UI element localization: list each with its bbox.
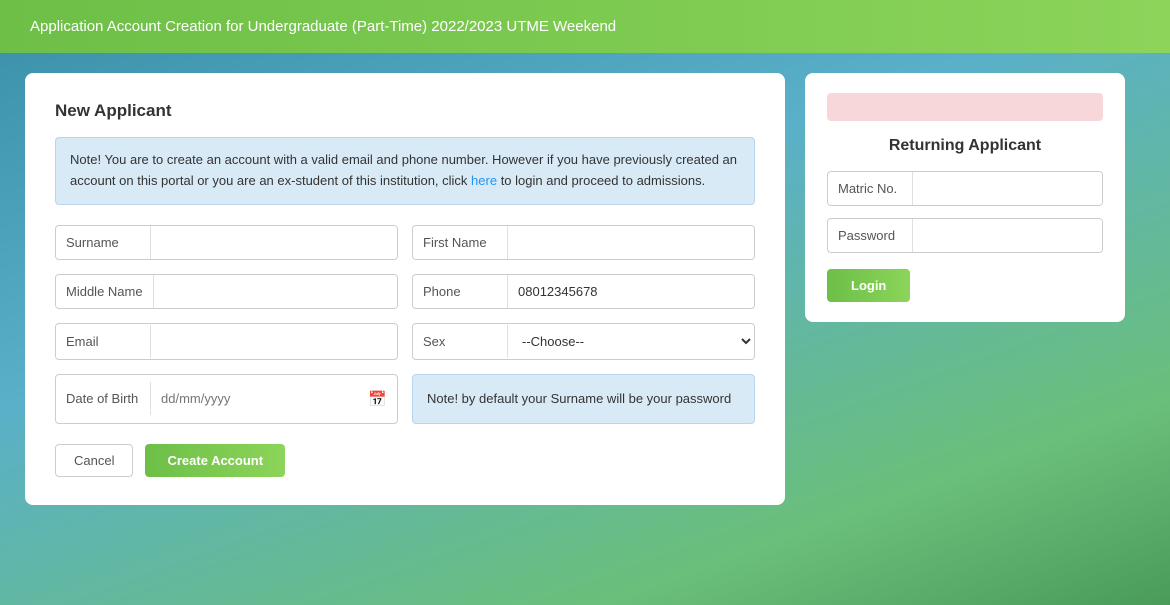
middlename-label: Middle Name [56, 275, 154, 308]
alert-bar [827, 93, 1103, 121]
matric-field-group: Matric No. [827, 171, 1103, 206]
password-input[interactable] [913, 219, 1103, 252]
phone-input[interactable] [508, 275, 754, 308]
email-input[interactable] [151, 325, 397, 358]
surname-field-group: Surname [55, 225, 398, 260]
firstname-label: First Name [413, 226, 508, 259]
firstname-field-group: First Name [412, 225, 755, 260]
calendar-icon[interactable]: 📅 [358, 390, 397, 408]
info-box: Note! You are to create an account with … [55, 137, 755, 205]
sex-field-group: Sex --Choose-- Male Female [412, 323, 755, 360]
cancel-button[interactable]: Cancel [55, 444, 133, 477]
returning-applicant-card: Returning Applicant Matric No. Password … [805, 73, 1125, 322]
create-account-button[interactable]: Create Account [145, 444, 285, 477]
password-field-group: Password [827, 218, 1103, 253]
dob-input[interactable] [151, 382, 358, 415]
phone-label: Phone [413, 275, 508, 308]
main-content: New Applicant Note! You are to create an… [0, 53, 1170, 525]
password-label: Password [828, 219, 913, 252]
dob-label: Date of Birth [56, 382, 151, 415]
info-text-end: to login and proceed to admissions. [497, 173, 705, 188]
middlename-input[interactable] [154, 275, 397, 308]
phone-field-group: Phone [412, 274, 755, 309]
new-applicant-title: New Applicant [55, 101, 755, 121]
sex-select[interactable]: --Choose-- Male Female [508, 324, 754, 359]
new-applicant-card: New Applicant Note! You are to create an… [25, 73, 785, 505]
note-text: Note! by default your Surname will be yo… [427, 391, 731, 406]
login-button[interactable]: Login [827, 269, 910, 302]
sex-label: Sex [413, 325, 508, 358]
top-banner: Application Account Creation for Undergr… [0, 0, 1170, 53]
button-row: Cancel Create Account [55, 444, 755, 477]
surname-label: Surname [56, 226, 151, 259]
middlename-field-group: Middle Name [55, 274, 398, 309]
email-field-group: Email [55, 323, 398, 360]
surname-input[interactable] [151, 226, 397, 259]
firstname-input[interactable] [508, 226, 754, 259]
banner-text: Application Account Creation for Undergr… [30, 18, 616, 35]
note-box: Note! by default your Surname will be yo… [412, 374, 755, 425]
form-grid: Surname First Name Middle Name Phone Ema… [55, 225, 755, 425]
dob-field-group: Date of Birth 📅 [55, 374, 398, 425]
email-label: Email [56, 325, 151, 358]
matric-input[interactable] [913, 172, 1103, 205]
matric-label: Matric No. [828, 172, 913, 205]
here-link[interactable]: here [471, 173, 497, 188]
returning-applicant-title: Returning Applicant [827, 137, 1103, 155]
